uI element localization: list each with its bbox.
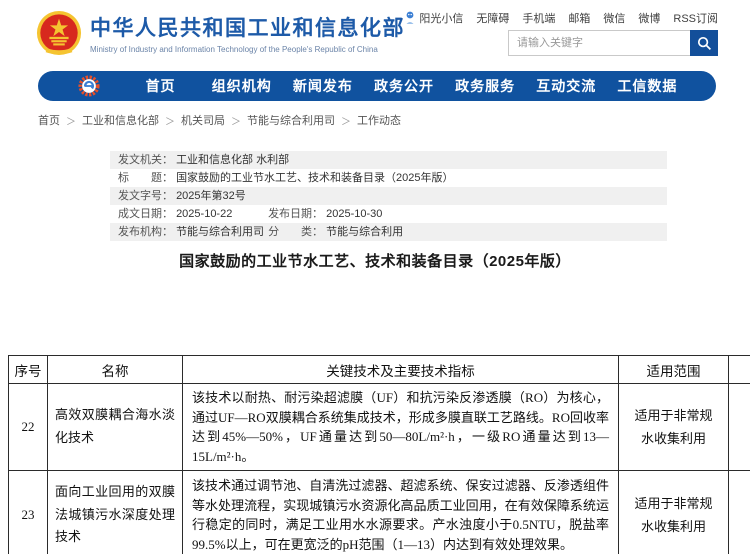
- col-header-scope: 适用范围: [619, 356, 729, 384]
- cell-scope: 适用于非常规水收集利用: [619, 471, 729, 554]
- page-title: 国家鼓励的工业节水工艺、技术和装备目录（2025年版）: [0, 250, 750, 271]
- field-label: 发布日期：: [268, 208, 323, 220]
- link-weibo[interactable]: 微博: [638, 10, 660, 26]
- table-row: 23 面向工业回用的双膜法城镇污水深度处理技术 该技术通过调节池、自清洗过滤器、…: [9, 471, 750, 554]
- breadcrumb-separator: ＞: [165, 113, 175, 128]
- link-label: 阳光小信: [419, 10, 463, 26]
- mascot-icon: [404, 11, 416, 25]
- field-label: 分 类：: [268, 226, 323, 238]
- col-header-name: 名称: [48, 356, 183, 384]
- field-value: 节能与综合利用: [326, 226, 403, 238]
- site-title: 中华人民共和国工业和信息化部: [90, 12, 405, 42]
- link-wechat[interactable]: 微信: [603, 10, 625, 26]
- col-header-no: 序号: [9, 356, 48, 384]
- cell-name: 面向工业回用的双膜法城镇污水深度处理技术: [48, 471, 183, 554]
- field-value: 国家鼓励的工业节水工艺、技术和装备目录（2025年版）: [176, 172, 453, 184]
- search-icon: [697, 36, 712, 51]
- table-header-row: 序号 名称 关键技术及主要技术指标 适用范围: [9, 356, 750, 384]
- field-value: 节能与综合利用司: [176, 226, 264, 238]
- col-header-cutoff: [729, 356, 750, 384]
- cell-tech: 该技术以耐热、耐污染超滤膜（UF）和抗污染反渗透膜（RO）为核心，通过UF—RO…: [183, 384, 619, 471]
- main-nav: 首页 组织机构 新闻发布 政务公开 政务服务 互动交流 工信数据: [38, 71, 716, 101]
- breadcrumb-separator: ＞: [341, 113, 351, 128]
- cell-name: 高效双膜耦合海水淡化技术: [48, 384, 183, 471]
- catalogue-table: 序号 名称 关键技术及主要技术指标 适用范围 22 高效双膜耦合海水淡化技术 该…: [8, 355, 750, 554]
- breadcrumb-work-news[interactable]: 工作动态: [357, 112, 401, 128]
- cell-cutoff: [729, 471, 750, 554]
- field-label: 成文日期：: [118, 208, 173, 220]
- cell-no: 23: [9, 471, 48, 554]
- breadcrumb: 首页 ＞ 工业和信息化部 ＞ 机关司局 ＞ 节能与综合利用司 ＞ 工作动态: [38, 112, 401, 128]
- cell-tech: 该技术通过调节池、自清洗过滤器、超滤系统、保安过滤器、反渗透组件等水处理流程，实…: [183, 471, 619, 554]
- link-accessibility[interactable]: 无障碍: [476, 10, 509, 26]
- breadcrumb-energy-dept[interactable]: 节能与综合利用司: [247, 112, 335, 128]
- breadcrumb-home[interactable]: 首页: [38, 112, 60, 128]
- site-subtitle: Ministry of Industry and Information Tec…: [90, 45, 405, 54]
- field-value: 工业和信息化部 水利部: [176, 154, 289, 166]
- breadcrumb-separator: ＞: [231, 113, 241, 128]
- field-value: 2025年第32号: [176, 190, 246, 202]
- nav-item-miit-data[interactable]: 工信数据: [607, 71, 688, 101]
- breadcrumb-separator: ＞: [66, 113, 76, 128]
- top-links: 阳光小信 无障碍 手机端 邮箱 微信 微博 RSS订阅: [404, 10, 718, 26]
- field-label: 发文机关：: [118, 154, 173, 166]
- cell-scope: 适用于非常规水收集利用: [619, 384, 729, 471]
- miit-e-logo-icon: [78, 75, 100, 97]
- doc-info-row-title: 标 题： 国家鼓励的工业节水工艺、技术和装备目录（2025年版）: [110, 169, 667, 187]
- nav-item-gov-services[interactable]: 政务服务: [445, 71, 526, 101]
- search-box: [508, 30, 718, 56]
- field-label: 发布机构：: [118, 226, 173, 238]
- breadcrumb-miit[interactable]: 工业和信息化部: [82, 112, 159, 128]
- site-logo[interactable]: 中华人民共和国工业和信息化部 Ministry of Industry and …: [36, 10, 405, 56]
- cell-no: 22: [9, 384, 48, 471]
- doc-info-row-doc-number: 发文字号： 2025年第32号: [110, 187, 667, 205]
- breadcrumb-departments[interactable]: 机关司局: [181, 112, 225, 128]
- nav-items: 首页 组织机构 新闻发布 政务公开 政务服务 互动交流 工信数据: [120, 71, 688, 101]
- field-value: 2025-10-22: [176, 208, 232, 220]
- cell-cutoff: [729, 384, 750, 471]
- field-label: 标 题：: [118, 172, 173, 184]
- link-mail[interactable]: 邮箱: [568, 10, 590, 26]
- national-emblem-icon: [36, 10, 82, 56]
- nav-item-home[interactable]: 首页: [120, 71, 201, 101]
- col-header-tech: 关键技术及主要技术指标: [183, 356, 619, 384]
- link-mobile[interactable]: 手机端: [522, 10, 555, 26]
- link-sunshine-xiaoxin[interactable]: 阳光小信: [404, 10, 463, 26]
- field-value: 2025-10-30: [326, 208, 382, 220]
- nav-item-organization[interactable]: 组织机构: [201, 71, 282, 101]
- search-button[interactable]: [690, 30, 718, 56]
- table-row: 22 高效双膜耦合海水淡化技术 该技术以耐热、耐污染超滤膜（UF）和抗污染反渗透…: [9, 384, 750, 471]
- nav-item-news[interactable]: 新闻发布: [282, 71, 363, 101]
- nav-item-gov-disclosure[interactable]: 政务公开: [363, 71, 444, 101]
- doc-info-row-issuing-org: 发文机关： 工业和信息化部 水利部: [110, 151, 667, 169]
- search-input[interactable]: [508, 30, 690, 56]
- doc-info-row-dates: 成文日期： 2025-10-22 发布日期： 2025-10-30: [110, 205, 667, 223]
- page: 中华人民共和国工业和信息化部 Ministry of Industry and …: [0, 0, 750, 554]
- doc-info-panel: 发文机关： 工业和信息化部 水利部 标 题： 国家鼓励的工业节水工艺、技术和装备…: [110, 151, 667, 241]
- nav-item-interaction[interactable]: 互动交流: [526, 71, 607, 101]
- field-label: 发文字号：: [118, 190, 173, 202]
- link-rss[interactable]: RSS订阅: [673, 10, 718, 26]
- doc-info-row-publisher: 发布机构： 节能与综合利用司 分 类： 节能与综合利用: [110, 223, 667, 241]
